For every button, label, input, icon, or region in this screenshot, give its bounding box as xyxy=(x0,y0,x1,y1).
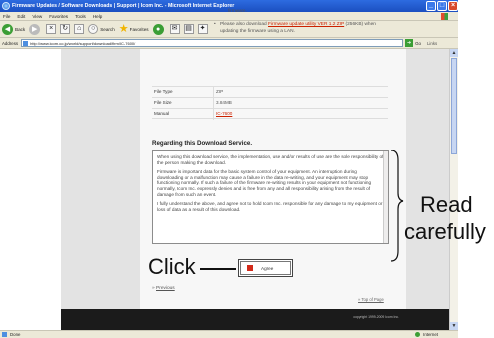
go-button[interactable]: Go xyxy=(415,41,421,46)
stop-icon: × xyxy=(46,24,57,34)
search-label: Search xyxy=(100,26,115,32)
previous-link[interactable]: » Previous xyxy=(152,286,175,291)
close-button[interactable]: × xyxy=(448,1,458,11)
address-bar: Address http://www.icom.co.jp/world/supp… xyxy=(0,38,458,49)
refresh-icon: ↻ xyxy=(60,24,71,34)
spec-value: ZIP xyxy=(216,89,224,94)
zone-label: Internet xyxy=(423,332,438,337)
agree-label: Agree xyxy=(261,265,274,271)
favorites-button[interactable]: ★ Favorites xyxy=(118,23,149,35)
annotation-brace xyxy=(390,150,404,262)
go-arrow-icon[interactable]: ➜ xyxy=(405,39,414,47)
terms-paragraph: When using this download service, the im… xyxy=(157,154,384,165)
spec-key: Manual xyxy=(154,111,170,116)
previous-arrow: » xyxy=(152,286,155,291)
terms-scrollbar[interactable] xyxy=(383,151,388,243)
copyright: copyright 1999-2009 Icom Inc. xyxy=(353,315,399,319)
maximize-button[interactable]: □ xyxy=(437,1,447,11)
refresh-button[interactable]: ↻ xyxy=(60,24,71,34)
back-label: Back xyxy=(15,26,26,32)
utility-download-link[interactable]: Firmware update utility VER 1.2 ZIP xyxy=(268,22,344,27)
right-column xyxy=(406,49,449,309)
manual-link[interactable]: IC-7600 xyxy=(216,111,232,116)
forward-arrow-icon: ▶ xyxy=(29,23,41,35)
favorites-label: Favorites xyxy=(129,26,149,32)
agree-marker-icon xyxy=(247,265,253,271)
address-url: http://www.icom.co.jp/world/support/down… xyxy=(30,41,136,46)
stop-button[interactable]: × xyxy=(46,24,57,34)
top-of-page-link[interactable]: » Top of Page xyxy=(358,297,384,302)
menu-tools[interactable]: Tools xyxy=(75,14,86,19)
annotation-read: Read xyxy=(420,192,473,217)
internet-explorer-icon xyxy=(2,2,10,10)
left-column xyxy=(61,49,140,309)
annotation-carefully: carefully xyxy=(404,219,486,244)
previous-label: Previous xyxy=(156,286,175,291)
messenger-icon: ✦ xyxy=(197,24,208,34)
page-icon xyxy=(23,41,29,46)
status-bar: Done Internet xyxy=(0,330,458,338)
star-icon: ★ xyxy=(118,23,129,35)
terms-paragraph: I fully understand the above, and agree … xyxy=(157,201,383,212)
home-button[interactable]: ⌂ xyxy=(74,24,85,34)
terms-textarea[interactable]: When using this download service, the im… xyxy=(152,150,389,244)
page-done-icon xyxy=(2,332,7,337)
window-title: Firmware Updates / Software Downloads | … xyxy=(12,3,235,9)
annotation-click: Click xyxy=(148,254,196,279)
spec-value: 3.84MB xyxy=(216,100,232,105)
security-zone: Internet xyxy=(415,332,438,337)
messenger-button[interactable]: ✦ xyxy=(197,24,208,34)
spec-row-file-type: File Type ZIP xyxy=(152,86,388,97)
search-icon: ○ xyxy=(88,24,99,34)
minimize-button[interactable]: _ xyxy=(426,1,436,11)
menu-bar: File Edit View Favorites Tools Help xyxy=(0,12,458,21)
forward-button[interactable]: ▶ xyxy=(29,23,42,35)
menu-file[interactable]: File xyxy=(3,14,10,19)
menu-view[interactable]: View xyxy=(32,14,42,19)
search-button[interactable]: ○ Search xyxy=(88,24,115,34)
spec-key: File Size xyxy=(154,100,172,105)
spec-row-manual: Manual IC-7600 xyxy=(152,108,388,119)
page-scrollbar[interactable]: ▲ ▼ xyxy=(449,49,458,330)
spec-row-file-size: File Size 3.84MB xyxy=(152,97,388,108)
menu-favorites[interactable]: Favorites xyxy=(49,14,68,19)
address-input[interactable]: http://www.icom.co.jp/world/support/down… xyxy=(21,39,404,47)
media-button[interactable]: ● xyxy=(152,23,166,35)
globe-icon xyxy=(415,332,421,337)
menu-edit[interactable]: Edit xyxy=(17,14,25,19)
scroll-up-icon[interactable]: ▲ xyxy=(450,49,458,57)
terms-paragraph: Firmware is important data for the basic… xyxy=(157,169,372,197)
media-icon: ● xyxy=(152,23,164,35)
firmware-text: firmware. xyxy=(228,8,247,13)
back-arrow-icon: ◀ xyxy=(2,23,13,35)
back-button[interactable]: ◀ Back xyxy=(2,23,26,35)
print-button[interactable]: ▤ xyxy=(183,24,194,34)
spec-divider xyxy=(213,86,214,120)
scroll-down-icon[interactable]: ▼ xyxy=(450,322,458,330)
page-footer xyxy=(61,309,449,330)
windows-logo-icon xyxy=(441,13,448,20)
bullet-icon: • xyxy=(214,22,216,27)
scrollbar-thumb[interactable] xyxy=(451,58,457,154)
section-title: Regarding this Download Service. xyxy=(152,140,253,147)
status-text: Done xyxy=(10,332,21,337)
window-controls: _ □ × xyxy=(426,1,458,11)
menu-help[interactable]: Help xyxy=(93,14,102,19)
home-icon: ⌂ xyxy=(74,24,85,34)
utility-bullet: • Please also download Firmware update u… xyxy=(214,21,388,35)
spec-key: File Type xyxy=(154,89,173,94)
annotation-pointer-line xyxy=(200,268,236,270)
address-label: Address xyxy=(2,40,19,46)
mail-icon: ✉ xyxy=(169,24,180,34)
links-button[interactable]: Links xyxy=(427,41,437,46)
agree-button[interactable]: Agree xyxy=(240,261,291,275)
bullet-prefix: Please also download xyxy=(220,22,269,27)
mail-button[interactable]: ✉ xyxy=(169,24,180,34)
print-icon: ▤ xyxy=(183,24,194,34)
